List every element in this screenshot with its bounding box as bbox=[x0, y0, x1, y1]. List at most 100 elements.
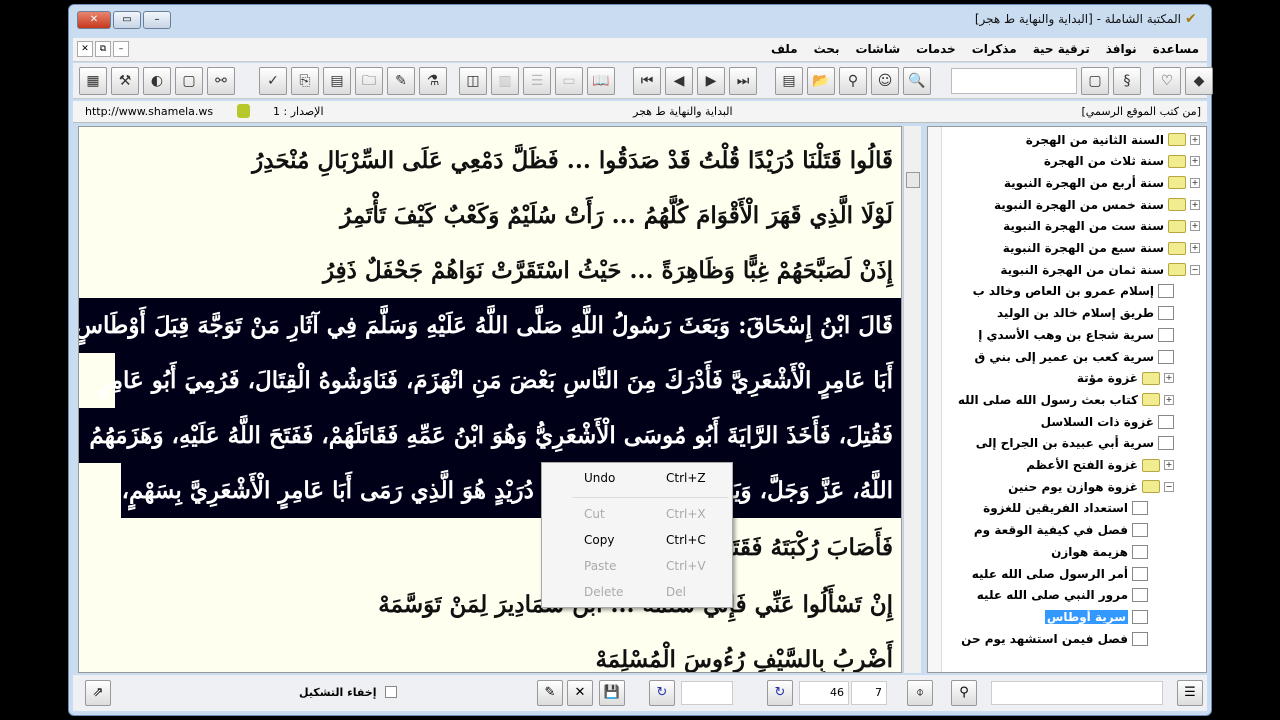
delete-icon[interactable]: ✕ bbox=[567, 680, 593, 706]
tree-item[interactable]: + سنة ست من الهجرة النبوية bbox=[1003, 216, 1200, 237]
hide-diacritics-checkbox[interactable] bbox=[385, 686, 397, 698]
expand-icon[interactable]: + bbox=[1164, 394, 1174, 405]
prev-page-icon[interactable]: ◀ bbox=[665, 67, 693, 95]
book-text-pane[interactable]: قَالُوا قَتَلْنَا دُرَيْدًا قُلْتُ قَدْ … bbox=[78, 126, 902, 673]
tree-item[interactable]: فصل في كيفية الوقعة وم bbox=[974, 520, 1148, 541]
tree-item[interactable]: إسلام عمرو بن العاص وخالد ب bbox=[973, 281, 1174, 302]
last-page-icon[interactable]: ⏭ bbox=[729, 67, 757, 95]
tree-item[interactable]: أمر الرسول صلى الله عليه bbox=[972, 563, 1148, 584]
document-icon[interactable]: ▤ bbox=[323, 67, 351, 95]
first-page-icon[interactable]: ⏮ bbox=[633, 67, 661, 95]
link-icon[interactable]: ⚯ bbox=[207, 67, 235, 95]
head-icon[interactable]: ☺ bbox=[871, 67, 899, 95]
scrollbar-thumb[interactable] bbox=[906, 172, 920, 188]
mdi-minimize-icon[interactable]: – bbox=[113, 41, 129, 57]
disabled-icon[interactable]: ▥ bbox=[491, 67, 519, 95]
expand-icon[interactable]: + bbox=[1190, 221, 1200, 232]
context-menu-item-paste[interactable]: Paste Ctrl+V bbox=[542, 553, 732, 579]
website-link[interactable]: http://www.shamela.ws bbox=[85, 105, 213, 118]
expand-icon[interactable]: + bbox=[1190, 177, 1200, 188]
tree-item[interactable]: سرية كعب بن عمير إلى بني ق bbox=[974, 346, 1174, 367]
tree-item[interactable]: − غزوة هوازن يوم حنين bbox=[1008, 476, 1174, 497]
note-field[interactable] bbox=[681, 681, 733, 705]
export-icon[interactable]: ⇗ bbox=[85, 680, 111, 706]
list-view-icon[interactable]: ☰ bbox=[1177, 680, 1203, 706]
page-number-input[interactable]: 46 bbox=[799, 681, 849, 705]
search-page-icon[interactable]: 🔍 bbox=[903, 67, 931, 95]
context-menu-item-copy[interactable]: Copy Ctrl+C bbox=[542, 527, 732, 553]
tree-item[interactable]: سرية أبي عبيدة بن الجراح إلى bbox=[976, 433, 1174, 454]
sync-icon[interactable]: ◐ bbox=[143, 67, 171, 95]
tree-search-input[interactable] bbox=[991, 681, 1163, 705]
expand-icon[interactable]: + bbox=[1190, 243, 1200, 253]
menu-search[interactable]: بحث bbox=[814, 42, 840, 56]
expand-icon[interactable]: + bbox=[1190, 134, 1200, 145]
tree-item[interactable]: هزيمة هوازن bbox=[1051, 541, 1148, 562]
attach-icon[interactable]: ⌽ bbox=[907, 680, 933, 706]
new-page-icon[interactable]: ▢ bbox=[175, 67, 203, 95]
open-folder-icon[interactable]: 📂 bbox=[807, 67, 835, 95]
tree-item[interactable]: طريق إسلام خالد بن الوليد bbox=[997, 303, 1174, 324]
open-book-icon[interactable]: ♡ bbox=[1153, 67, 1181, 95]
tree-item[interactable]: + سنة خمس من الهجرة النبوية bbox=[994, 194, 1200, 215]
tree-item[interactable]: + سنة سبع من الهجرة النبوية bbox=[1003, 238, 1200, 259]
new-note-icon[interactable]: ▢ bbox=[1081, 67, 1109, 95]
tree-item[interactable]: + غزوة الفتح الأعظم bbox=[1026, 455, 1174, 476]
tools-icon[interactable]: ⚒ bbox=[111, 67, 139, 95]
menu-file[interactable]: ملف bbox=[771, 42, 798, 56]
text-scrollbar[interactable] bbox=[903, 126, 921, 673]
toolbar-search-input[interactable] bbox=[951, 68, 1077, 94]
tree-scrollbar[interactable] bbox=[928, 127, 942, 672]
eraser-icon[interactable]: ✎ bbox=[537, 680, 563, 706]
goto-icon[interactable]: ↻ bbox=[767, 680, 793, 706]
blank-icon[interactable]: ▭ bbox=[555, 67, 583, 95]
menu-notes[interactable]: مذكرات bbox=[972, 42, 1017, 56]
flask-icon[interactable]: ⚗ bbox=[419, 67, 447, 95]
tree-item[interactable]: غزوة ذات السلاسل bbox=[1041, 411, 1174, 432]
expand-icon[interactable]: + bbox=[1164, 373, 1174, 384]
tree-item[interactable]: مرور النبي صلى الله عليه bbox=[977, 585, 1148, 606]
tree-item[interactable]: + غزوة مؤتة bbox=[1077, 368, 1174, 389]
copy-icon[interactable]: ⎘ bbox=[291, 67, 319, 95]
attachment-icon[interactable]: § bbox=[1113, 67, 1141, 95]
check-icon[interactable]: ✓ bbox=[259, 67, 287, 95]
window-icon[interactable]: ◫ bbox=[459, 67, 487, 95]
save-icon[interactable]: 💾 bbox=[599, 680, 625, 706]
expand-icon[interactable]: + bbox=[1164, 460, 1174, 470]
tree-item[interactable]: فصل فيمن استشهد يوم حن bbox=[961, 628, 1148, 649]
tree-item[interactable]: استعداد الفريقين للغزوة bbox=[983, 498, 1148, 519]
tree-item[interactable]: سرية شجاع بن وهب الأسدي إ bbox=[978, 324, 1174, 345]
book-icon[interactable]: 📖 bbox=[587, 67, 615, 95]
context-menu-item-delete[interactable]: Delete Del bbox=[542, 579, 732, 605]
minimize-button[interactable]: – bbox=[143, 11, 171, 29]
list-icon[interactable]: ☰ bbox=[523, 67, 551, 95]
menu-help[interactable]: مساعدة bbox=[1153, 42, 1199, 56]
tree-item[interactable]: + سنة ثلاث من الهجرة bbox=[1044, 151, 1200, 172]
part-number-input[interactable]: 7 bbox=[851, 681, 887, 705]
binoculars-search-icon[interactable]: ⚲ bbox=[951, 680, 977, 706]
tree-item[interactable]: + سنة أربع من الهجرة النبوية bbox=[1004, 172, 1200, 193]
table-of-contents-tree[interactable]: + السنة الثانية من الهجرة + سنة ثلاث من اله… bbox=[927, 126, 1207, 673]
folder-icon[interactable]: 🗀 bbox=[355, 67, 383, 95]
refresh-icon[interactable]: ↻ bbox=[649, 680, 675, 706]
maximize-button[interactable]: ▭ bbox=[113, 11, 141, 29]
menu-windows[interactable]: نوافذ bbox=[1106, 42, 1137, 56]
tree-item[interactable]: − سنة ثمان من الهجرة النبوية bbox=[1000, 259, 1200, 280]
expand-icon[interactable]: + bbox=[1190, 156, 1200, 167]
menu-screens[interactable]: شاشات bbox=[855, 42, 900, 56]
collapse-icon[interactable]: − bbox=[1190, 264, 1200, 275]
expand-icon[interactable]: + bbox=[1190, 199, 1200, 210]
menu-services[interactable]: خدمات bbox=[916, 42, 956, 56]
tree-item[interactable]: سرية أوطاس bbox=[1044, 606, 1148, 627]
close-button[interactable]: ✕ bbox=[77, 11, 111, 29]
green-book-icon[interactable]: ◆ bbox=[1185, 67, 1213, 95]
library-icon[interactable]: ▦ bbox=[79, 67, 107, 95]
menu-live-update[interactable]: ترقية حية bbox=[1033, 42, 1090, 56]
tree-item[interactable]: + السنة الثانية من الهجرة bbox=[1026, 129, 1200, 150]
context-menu-item-cut[interactable]: Cut Ctrl+X bbox=[542, 501, 732, 527]
collapse-icon[interactable]: − bbox=[1164, 481, 1174, 492]
pencil-icon[interactable]: ✎ bbox=[387, 67, 415, 95]
binoculars-icon[interactable]: ⚲ bbox=[839, 67, 867, 95]
mdi-restore-icon[interactable]: ⧉ bbox=[95, 41, 111, 57]
next-page-icon[interactable]: ▶ bbox=[697, 67, 725, 95]
